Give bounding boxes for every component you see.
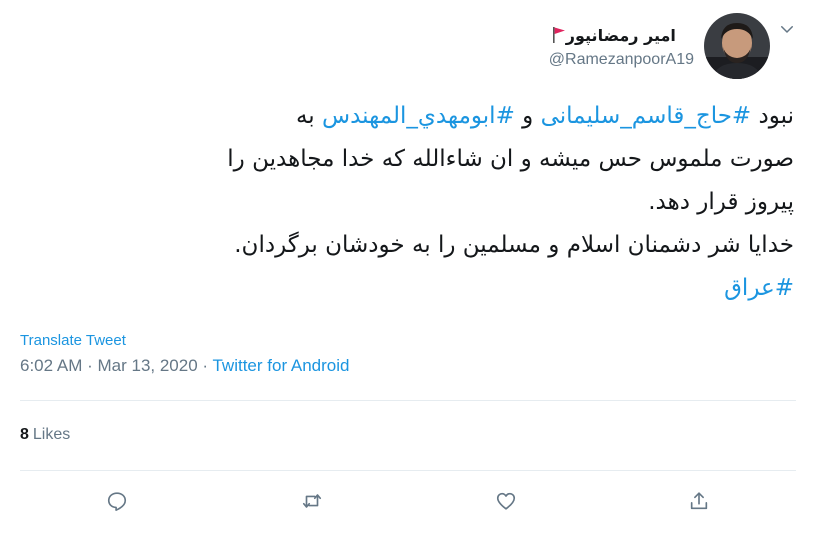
reply-button[interactable] <box>102 486 132 516</box>
tweet-actions <box>0 486 816 518</box>
avatar[interactable] <box>704 13 770 79</box>
tweet-text: نبود #حاج_قاسم_سلیمانی و #ابومهدي_المهند… <box>14 95 794 310</box>
meta-separator: · <box>197 356 213 375</box>
tweet-header: امیر رمضانپور @RamezanpoorA19 <box>549 13 770 79</box>
share-icon <box>690 492 708 510</box>
tweet-line: #عراق <box>14 267 794 310</box>
likes-label: Likes <box>32 426 71 443</box>
tweet-text-segment: نبود <box>751 103 794 129</box>
meta-separator: · <box>82 356 98 375</box>
user-handle[interactable]: @RamezanpoorA19 <box>549 51 694 69</box>
tweet-line: پیروز قرار دهد. <box>648 189 794 215</box>
retweet-icon <box>302 494 322 508</box>
divider <box>20 470 796 471</box>
red-flag-icon <box>552 27 565 43</box>
tweet-source-link[interactable]: Twitter for Android <box>212 356 349 375</box>
tweet-date[interactable]: Mar 13, 2020 <box>97 356 197 375</box>
heart-icon <box>496 492 516 510</box>
share-button[interactable] <box>684 486 714 516</box>
likes-stat[interactable]: 8 Likes <box>20 426 70 444</box>
hashtag-link[interactable]: #عراق <box>724 275 794 301</box>
hashtag-link[interactable]: #ابومهدي_المهندس <box>322 103 515 129</box>
chevron-down-icon[interactable] <box>778 20 796 38</box>
divider <box>20 400 796 401</box>
tweet-text-segment: به <box>295 103 323 129</box>
tweet-line: نبود #حاج_قاسم_سلیمانی و #ابومهدي_المهند… <box>14 95 794 138</box>
tweet-time[interactable]: 6:02 AM <box>20 356 82 375</box>
retweet-button[interactable] <box>297 486 327 516</box>
translate-tweet-link[interactable]: Translate Tweet <box>20 332 126 349</box>
reply-icon <box>107 492 127 511</box>
like-button[interactable] <box>491 486 521 516</box>
tweet-text-segment: و <box>514 103 541 129</box>
tweet-meta: 6:02 AM · Mar 13, 2020 · Twitter for And… <box>20 356 350 376</box>
likes-count: 8 <box>20 426 29 443</box>
display-name[interactable]: امیر رمضانپور <box>566 26 676 45</box>
hashtag-link[interactable]: #حاج_قاسم_سلیمانی <box>541 103 752 129</box>
tweet-line: صورت ملموس حس میشه و ان شاءالله که خدا م… <box>227 146 794 172</box>
tweet-line: خدایا شر دشمنان اسلام و مسلمین را به خود… <box>234 232 794 258</box>
